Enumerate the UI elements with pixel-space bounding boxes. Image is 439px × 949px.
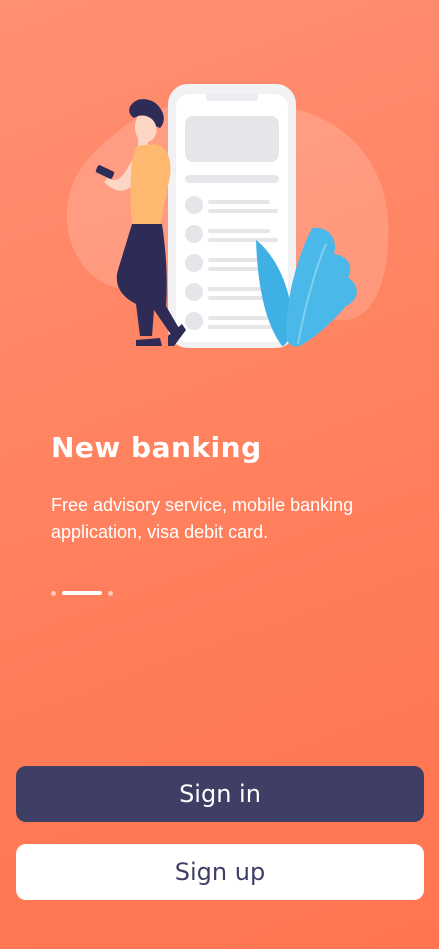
onboarding-screen: New banking Free advisory service, mobil… — [0, 0, 439, 949]
sign-up-button[interactable]: Sign up — [16, 844, 424, 900]
page-dot-1[interactable] — [51, 590, 56, 596]
page-dot-3[interactable] — [108, 590, 113, 596]
phone-card-shape — [185, 116, 279, 162]
sign-in-button[interactable]: Sign in — [16, 766, 424, 822]
onboarding-title: New banking — [51, 431, 262, 464]
person-with-phone-illustration — [66, 84, 389, 348]
phone-notch-shape — [206, 94, 258, 101]
phone-bar-shape — [185, 175, 279, 183]
onboarding-description: Free advisory service, mobile banking ap… — [51, 495, 354, 542]
page-indicator — [51, 590, 113, 596]
page-dot-2-active[interactable] — [62, 591, 102, 595]
